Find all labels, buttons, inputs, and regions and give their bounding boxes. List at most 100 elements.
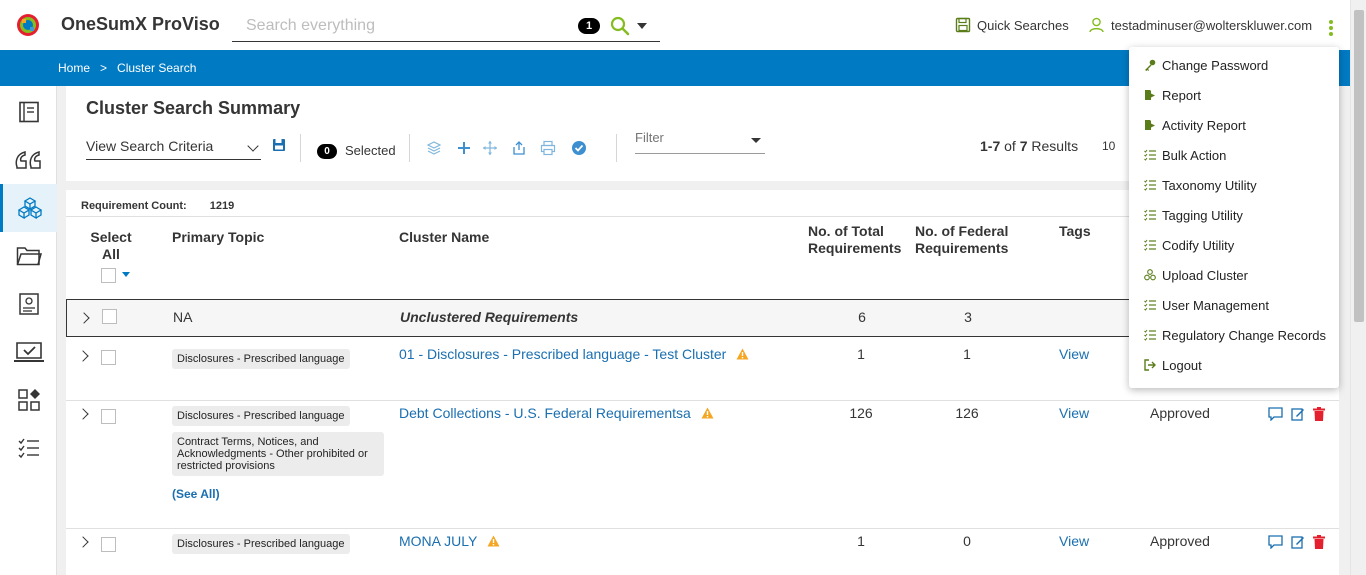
menu-item-report[interactable]: Report xyxy=(1144,85,1201,105)
expand-row-icon[interactable] xyxy=(77,350,89,362)
menu-item-codify-utility[interactable]: Codify Utility xyxy=(1144,235,1234,255)
selected-count-badge: 0 xyxy=(317,144,337,159)
tags-view-link[interactable]: View xyxy=(1059,405,1089,421)
save-disk-icon xyxy=(955,17,971,33)
edit-icon[interactable] xyxy=(1291,407,1305,421)
search-icon[interactable] xyxy=(610,16,630,36)
row-checkbox[interactable] xyxy=(101,409,116,424)
more-menu-icon[interactable] xyxy=(1328,20,1334,38)
results-of: of xyxy=(1004,138,1016,154)
menu-item-upload-cluster[interactable]: Upload Cluster xyxy=(1144,265,1248,285)
cubes-icon xyxy=(18,197,42,220)
search-options-caret-icon[interactable] xyxy=(637,23,647,29)
filter-select[interactable]: Filter xyxy=(635,130,765,154)
menu-item-taxonomy-utility[interactable]: Taxonomy Utility xyxy=(1144,175,1257,195)
table-row[interactable]: Disclosures - Prescribed language Contra… xyxy=(66,402,1339,529)
add-icon[interactable] xyxy=(456,140,472,156)
row-checkbox[interactable] xyxy=(102,309,117,324)
search-count-badge: 1 xyxy=(578,18,600,34)
expand-row-icon[interactable] xyxy=(77,408,89,420)
menu-item-bulk-action[interactable]: Bulk Action xyxy=(1144,145,1226,165)
cluster-name-link[interactable]: Debt Collections - U.S. Federal Requirem… xyxy=(399,405,714,421)
global-search: 1 xyxy=(232,10,660,42)
menu-item-label: Taxonomy Utility xyxy=(1162,177,1257,193)
menu-item-label: Bulk Action xyxy=(1162,147,1227,163)
view-search-criteria-select[interactable]: View Search Criteria xyxy=(86,138,261,160)
tags-view-link[interactable]: View xyxy=(1059,533,1089,549)
tags-view-link[interactable]: View xyxy=(1059,346,1089,362)
user-menu-trigger[interactable]: testadminuser@wolterskluwer.com xyxy=(1089,17,1312,33)
table-row[interactable]: Disclosures - Prescribed language MONA J… xyxy=(66,530,1339,575)
expand-row-icon[interactable] xyxy=(77,536,89,548)
total-requirements: 6 xyxy=(858,309,866,325)
export-icon[interactable] xyxy=(511,140,527,156)
edit-icon[interactable] xyxy=(1291,535,1305,549)
list-check-icon xyxy=(1144,209,1156,221)
page-size-select[interactable]: 10 xyxy=(1102,139,1115,153)
layers-icon[interactable] xyxy=(426,140,442,156)
comment-icon[interactable] xyxy=(1268,535,1283,549)
sidebar-item-quotes[interactable] xyxy=(0,136,57,184)
federal-requirements: 3 xyxy=(964,309,972,325)
delete-icon[interactable] xyxy=(1313,535,1325,549)
comment-icon[interactable] xyxy=(1268,407,1283,421)
column-federal-requirements[interactable]: No. of Federal Requirements xyxy=(915,223,1015,257)
select-options-caret-icon[interactable] xyxy=(122,272,130,277)
cluster-name-link[interactable]: 01 - Disclosures - Prescribed language -… xyxy=(399,346,749,362)
approve-check-icon[interactable] xyxy=(571,140,587,156)
sidebar-item-folders[interactable] xyxy=(0,232,57,280)
menu-item-logout[interactable]: Logout xyxy=(1144,355,1202,375)
scrollbar-thumb[interactable] xyxy=(1354,10,1364,322)
move-icon[interactable] xyxy=(482,140,498,156)
logout-icon xyxy=(1144,359,1156,371)
menu-item-user-management[interactable]: User Management xyxy=(1144,295,1269,315)
results-summary: 1-7 of 7 Results xyxy=(980,138,1078,154)
sidebar-item-tasks[interactable] xyxy=(0,328,57,376)
logo-icon[interactable] xyxy=(16,13,40,37)
sidebar-item-checklist[interactable] xyxy=(0,424,57,472)
delete-icon[interactable] xyxy=(1313,407,1325,421)
menu-item-label: Tagging Utility xyxy=(1162,207,1243,223)
row-checkbox[interactable] xyxy=(101,537,116,552)
user-email: testadminuser@wolterskluwer.com xyxy=(1111,17,1313,33)
row-checkbox[interactable] xyxy=(101,350,116,365)
warning-icon xyxy=(701,407,714,419)
checklist-icon xyxy=(18,438,39,459)
folder-icon xyxy=(16,247,42,266)
top-bar: OneSumX ProViso 1 Quick Searches testadm… xyxy=(0,0,1350,50)
menu-item-change-password[interactable]: Change Password xyxy=(1144,55,1268,75)
expand-row-icon[interactable] xyxy=(78,312,90,324)
see-all-link[interactable]: (See All) xyxy=(172,487,220,501)
search-input[interactable] xyxy=(246,14,566,38)
results-label: Results xyxy=(1031,138,1079,154)
column-select-all: Select All xyxy=(90,229,132,262)
column-primary-topic[interactable]: Primary Topic xyxy=(172,229,264,246)
sidebar-item-certificates[interactable] xyxy=(0,280,57,328)
document-icon xyxy=(18,101,39,123)
activity-report-icon xyxy=(1145,120,1155,130)
user-icon xyxy=(1089,17,1104,33)
sidebar-item-apps[interactable] xyxy=(0,376,57,424)
row-actions xyxy=(1268,535,1325,549)
menu-item-label: Logout xyxy=(1162,357,1202,373)
list-check-icon xyxy=(1144,179,1156,191)
menu-item-tagging-utility[interactable]: Tagging Utility xyxy=(1144,205,1243,225)
sidebar-item-documents[interactable] xyxy=(0,88,57,136)
results-total: 7 xyxy=(1019,138,1028,154)
menu-item-activity-report[interactable]: Activity Report xyxy=(1144,115,1246,135)
apps-icon xyxy=(17,389,40,411)
quick-searches-button[interactable]: Quick Searches xyxy=(955,17,1069,33)
save-icon[interactable] xyxy=(272,138,286,152)
menu-item-regulatory-change-records[interactable]: Regulatory Change Records xyxy=(1144,325,1326,345)
filter-placeholder: Filter xyxy=(635,130,664,145)
sidebar-item-clusters[interactable] xyxy=(0,184,57,232)
page-scrollbar[interactable] xyxy=(1350,0,1366,575)
print-icon[interactable] xyxy=(540,140,556,156)
cluster-name-link[interactable]: MONA JULY xyxy=(399,533,500,549)
column-total-requirements[interactable]: No. of Total Requirements xyxy=(808,223,904,257)
breadcrumb-home[interactable]: Home xyxy=(58,61,90,75)
column-cluster-name[interactable]: Cluster Name xyxy=(399,229,489,246)
federal-requirements: 0 xyxy=(963,533,971,549)
selected-label: Selected xyxy=(345,143,396,158)
select-all-checkbox[interactable] xyxy=(101,268,116,283)
